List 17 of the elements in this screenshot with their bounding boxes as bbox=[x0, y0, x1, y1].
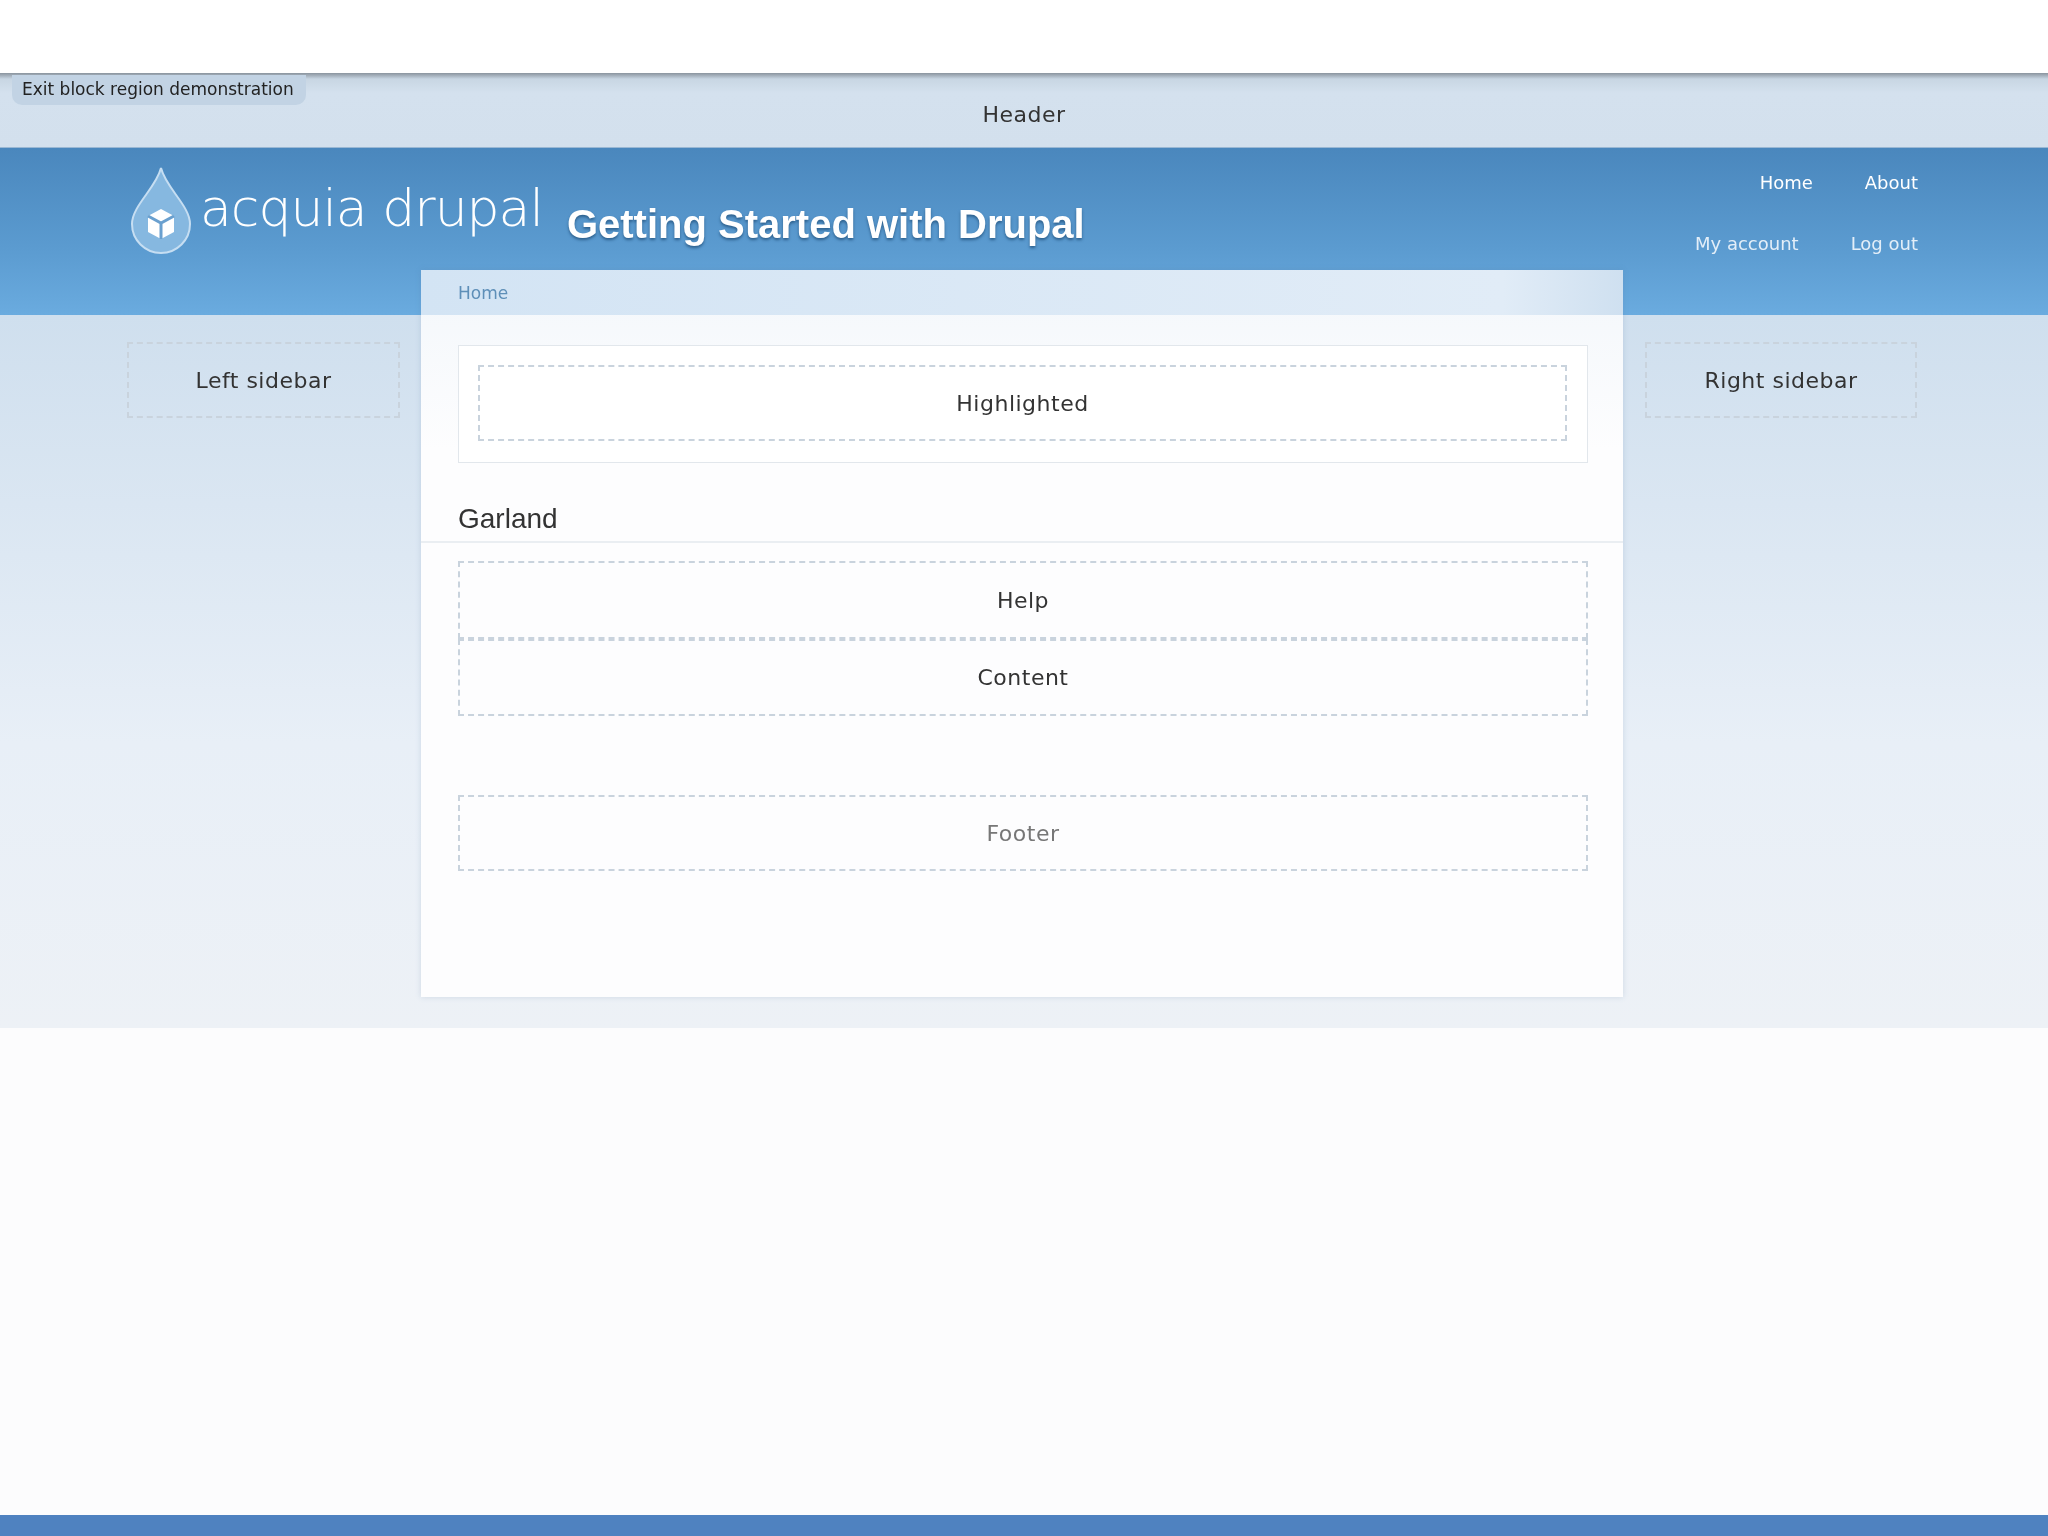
page-title: Garland bbox=[458, 503, 559, 536]
right-sidebar-region: Right sidebar bbox=[1645, 342, 1917, 418]
content-region: Content bbox=[458, 639, 1588, 716]
primary-nav-link[interactable]: Home bbox=[1759, 172, 1813, 193]
header-region-label: Header bbox=[982, 102, 1066, 127]
site-title[interactable]: Getting Started with Drupal bbox=[566, 202, 1085, 247]
highlighted-region: Highlighted bbox=[478, 365, 1567, 441]
help-region: Help bbox=[458, 561, 1588, 639]
exit-demonstration-button[interactable]: Exit block region demonstration bbox=[12, 75, 306, 105]
secondary-nav-link[interactable]: Log out bbox=[1850, 233, 1918, 254]
footer-region: Footer bbox=[458, 795, 1588, 871]
secondary-nav-link[interactable]: My account bbox=[1695, 233, 1799, 254]
drop-logo-icon bbox=[130, 166, 192, 254]
left-sidebar-region: Left sidebar bbox=[127, 342, 400, 418]
logo-wordmark[interactable]: acquia drupal bbox=[200, 178, 543, 238]
breadcrumb-link[interactable]: Home bbox=[458, 282, 509, 303]
primary-nav-link[interactable]: About bbox=[1864, 172, 1918, 193]
